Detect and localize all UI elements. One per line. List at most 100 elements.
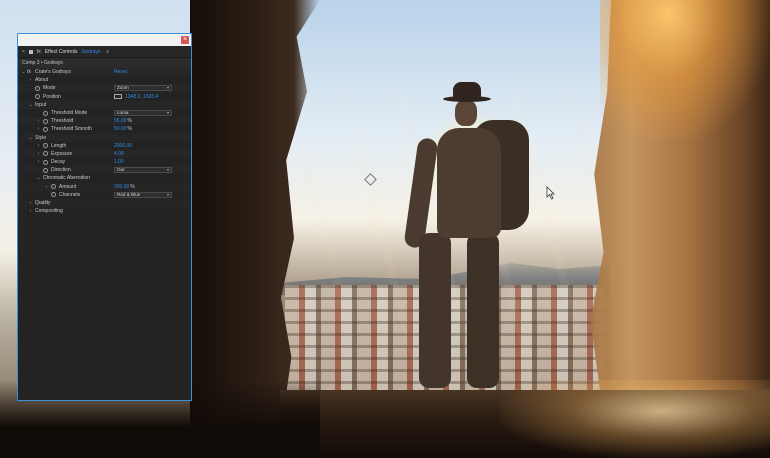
- percent-unit: %: [127, 118, 132, 125]
- percent-unit: %: [127, 126, 132, 133]
- stopwatch-icon[interactable]: [43, 143, 48, 149]
- threshold-number[interactable]: 55.00: [114, 118, 127, 124]
- compositing-label: Compositing: [35, 208, 63, 215]
- light-flare: [600, 0, 770, 140]
- threshold-label: Threshold: [51, 118, 74, 125]
- chevron-down-icon: ▾: [166, 110, 169, 116]
- about-label: About: [35, 77, 49, 84]
- hiker-leg-left: [419, 233, 451, 388]
- hiker-silhouette: [403, 78, 535, 398]
- close-icon[interactable]: ×: [181, 36, 189, 44]
- threshold-smooth-value[interactable]: 50.00%: [114, 125, 132, 133]
- style-group-label: Style: [35, 134, 47, 141]
- style-group-row[interactable]: ⌄ Style: [18, 133, 191, 142]
- amount-value[interactable]: 200.00%: [114, 183, 135, 191]
- twirl-closed-icon[interactable]: ›: [44, 183, 49, 191]
- chevron-down-icon: ▾: [166, 191, 169, 197]
- breadcrumb: Comp 3 • Godrays: [18, 58, 191, 68]
- twirl-closed-icon[interactable]: ›: [28, 199, 33, 207]
- decay-value[interactable]: 1.00: [114, 158, 124, 166]
- threshold-mode-row: Threshold Mode Luma ▾: [18, 109, 191, 117]
- stopwatch-icon[interactable]: [51, 192, 56, 198]
- decay-label: Decay: [51, 159, 66, 166]
- input-group-row[interactable]: ⌄ Input: [18, 100, 191, 109]
- input-group-label: Input: [35, 101, 47, 108]
- stopwatch-icon[interactable]: [51, 184, 56, 190]
- amount-number[interactable]: 200.00: [114, 184, 129, 190]
- quality-row[interactable]: › Quality: [18, 199, 191, 208]
- chevron-down-icon: ▾: [166, 85, 169, 91]
- threshold-smooth-number[interactable]: 50.00: [114, 126, 127, 132]
- direction-dropdown[interactable]: Out ▾: [114, 167, 172, 174]
- mode-dropdown[interactable]: Zoom ▾: [114, 85, 172, 92]
- stopwatch-icon[interactable]: [43, 159, 48, 165]
- stopwatch-icon[interactable]: [43, 151, 48, 157]
- quality-label: Quality: [35, 200, 51, 206]
- threshold-value[interactable]: 55.00%: [114, 117, 132, 125]
- channels-dropdown[interactable]: Red & Blue ▾: [114, 191, 172, 198]
- twirl-closed-icon[interactable]: ›: [36, 117, 41, 125]
- mode-label: Mode: [43, 85, 56, 92]
- stopwatch-icon[interactable]: [35, 94, 40, 100]
- hiker-head: [455, 100, 477, 126]
- stopwatch-icon[interactable]: [43, 110, 48, 116]
- fx-toggle[interactable]: fx: [27, 68, 31, 76]
- exposure-row: › Exposure 4.00: [18, 149, 191, 159]
- channels-value: Red & Blue: [117, 191, 141, 197]
- twirl-closed-icon[interactable]: ›: [28, 207, 33, 215]
- length-value[interactable]: 2000.00: [114, 142, 132, 150]
- effect-controls-panel: × × fx Effect Controls Godrays ≡ Comp 3 …: [17, 33, 192, 401]
- compositing-row[interactable]: › Compositing: [18, 207, 191, 215]
- panel-close-x-icon[interactable]: ×: [22, 49, 25, 55]
- twirl-open-icon[interactable]: ⌄: [36, 174, 41, 182]
- panel-title-bar[interactable]: ×: [18, 34, 191, 46]
- effect-name: Crate's Godrays: [35, 69, 71, 75]
- twirl-closed-icon[interactable]: ›: [36, 142, 41, 150]
- twirl-open-icon[interactable]: ⌄: [28, 101, 33, 109]
- threshold-mode-value: Luma: [117, 110, 129, 116]
- channels-label: Channels: [59, 191, 81, 198]
- about-row[interactable]: › About: [18, 76, 191, 84]
- fx-icon: fx: [36, 48, 41, 55]
- position-value[interactable]: 1348.3 ,1603.4: [125, 93, 158, 101]
- stopwatch-icon[interactable]: [35, 85, 40, 91]
- twirl-closed-icon[interactable]: ›: [36, 158, 41, 166]
- effect-header-row[interactable]: ⌄ fx Crate's Godrays Reset: [18, 68, 191, 77]
- stopwatch-icon[interactable]: [43, 118, 48, 124]
- decay-row: › Decay 1.00: [18, 158, 191, 166]
- lock-icon[interactable]: [28, 49, 33, 54]
- crosshair-target-icon[interactable]: [114, 93, 122, 100]
- panel-tab[interactable]: × fx Effect Controls Godrays ≡: [18, 46, 191, 58]
- panel-title: Effect Controls: [44, 48, 78, 55]
- exposure-value[interactable]: 4.00: [114, 150, 124, 158]
- twirl-open-icon[interactable]: ⌄: [28, 134, 33, 142]
- stopwatch-icon[interactable]: [43, 167, 48, 173]
- length-label: Length: [51, 142, 67, 149]
- twirl-closed-icon[interactable]: ›: [28, 76, 33, 84]
- threshold-mode-dropdown[interactable]: Luma ▾: [114, 110, 172, 117]
- hiker-torso: [437, 128, 501, 238]
- comp-name[interactable]: Godrays: [82, 49, 101, 55]
- chromatic-aberration-label: Chromatic Aberration: [43, 175, 90, 182]
- mouse-cursor-icon: [546, 186, 555, 200]
- chromatic-aberration-row[interactable]: ⌄ Chromatic Aberration: [18, 174, 191, 182]
- direction-label: Direction: [51, 167, 71, 174]
- twirl-closed-icon[interactable]: ›: [36, 150, 41, 158]
- twirl-closed-icon[interactable]: ›: [36, 125, 41, 133]
- channels-row: Channels Red & Blue ▾: [18, 191, 191, 199]
- length-row: › Length 2000.00: [18, 142, 191, 150]
- stopwatch-icon[interactable]: [43, 126, 48, 132]
- panel-menu-icon[interactable]: ≡: [106, 49, 109, 55]
- hiker-leg-right: [467, 233, 499, 388]
- hat-crown: [453, 82, 481, 100]
- direction-row: Direction Out ▾: [18, 166, 191, 175]
- exposure-label: Exposure: [51, 150, 73, 157]
- chevron-down-icon: ▾: [166, 167, 169, 173]
- amount-label: Amount: [59, 183, 77, 190]
- twirl-open-icon[interactable]: ⌄: [21, 68, 26, 76]
- reset-link[interactable]: Reset: [114, 68, 127, 76]
- threshold-mode-label: Threshold Mode: [51, 109, 88, 116]
- amount-row: › Amount 200.00%: [18, 182, 191, 191]
- floor-light: [500, 380, 770, 458]
- mode-value: Zoom: [117, 85, 129, 91]
